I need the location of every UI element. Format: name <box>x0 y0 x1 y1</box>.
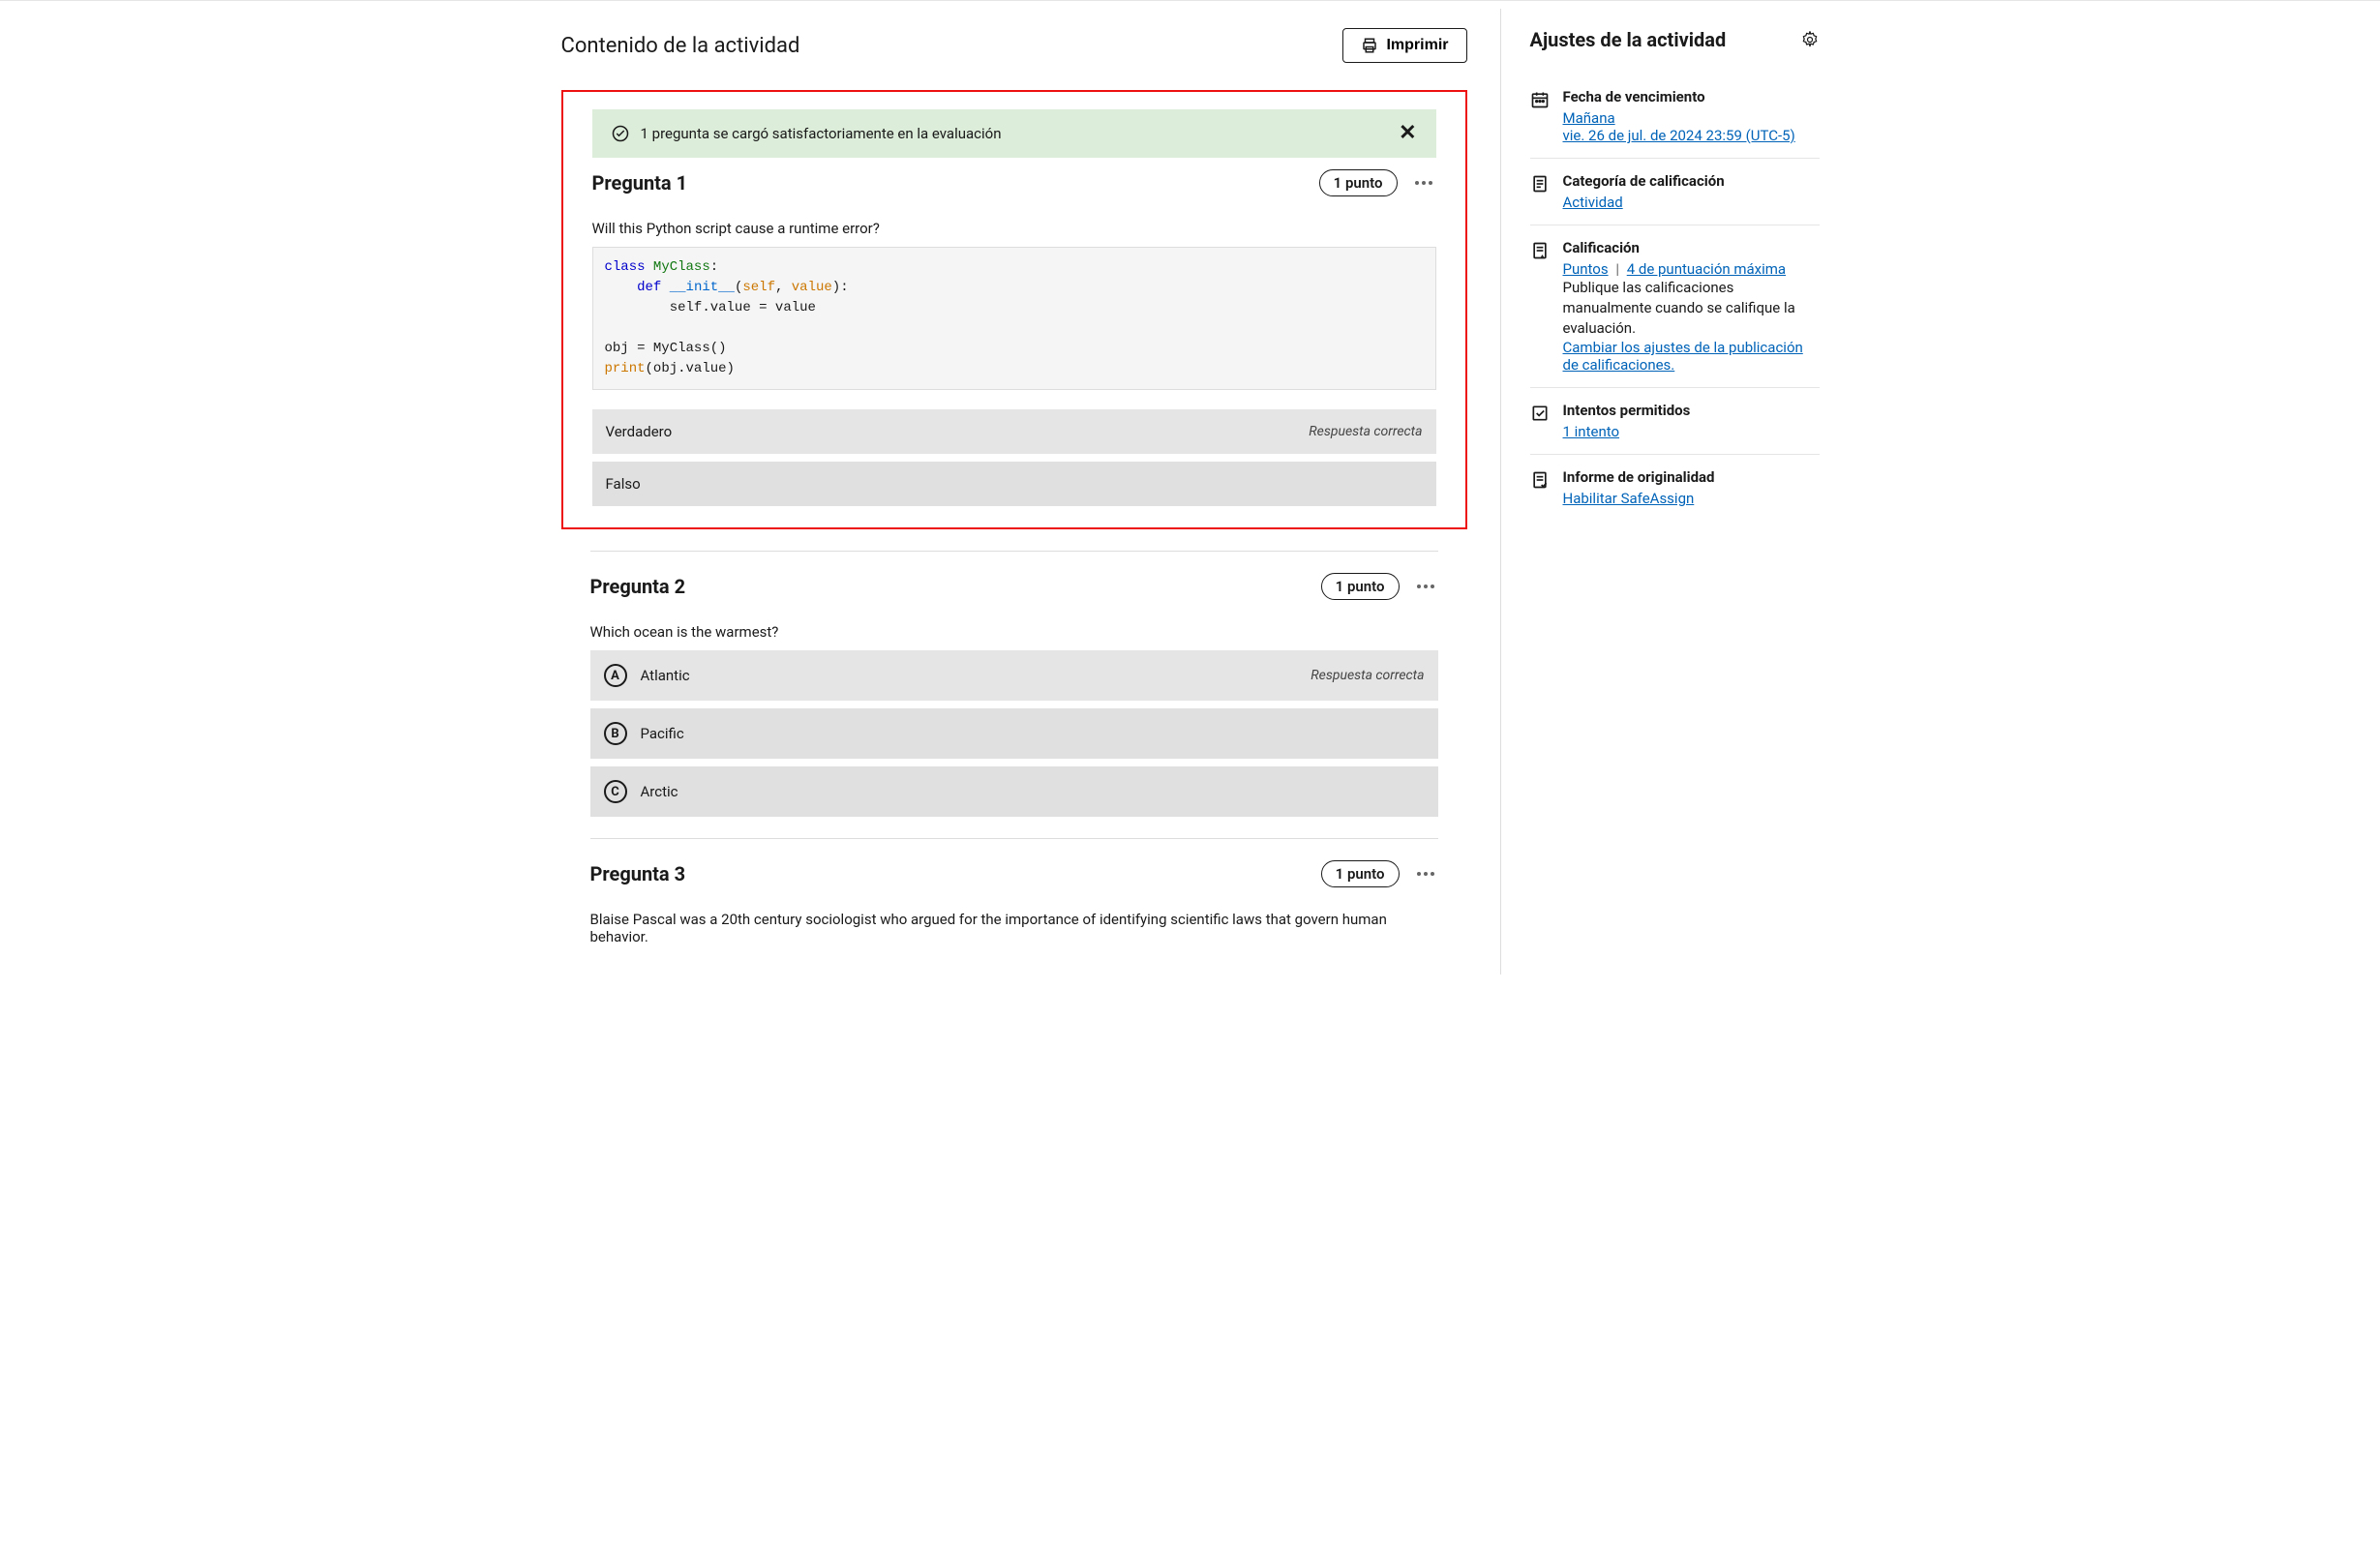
check-circle-icon <box>612 125 629 142</box>
separator: | <box>1615 260 1619 278</box>
code-block: class MyClass: def __init__(self, value)… <box>592 247 1436 390</box>
answer-label: Falso <box>606 475 641 493</box>
answer-option[interactable]: Falso <box>592 462 1436 506</box>
more-options-icon[interactable] <box>1413 581 1438 592</box>
answer-label: Arctic <box>641 783 678 800</box>
answer-label: Pacific <box>641 725 684 742</box>
answer-option[interactable]: Verdadero Respuesta correcta <box>592 409 1436 454</box>
question-prompt: Which ocean is the warmest? <box>590 623 1438 641</box>
points-link[interactable]: Puntos <box>1563 260 1609 278</box>
more-options-icon[interactable] <box>1413 868 1438 880</box>
due-date-detail-link[interactable]: vie. 26 de jul. de 2024 23:59 (UTC-5) <box>1563 127 1795 144</box>
max-score-link[interactable]: 4 de puntuación máxima <box>1627 260 1786 278</box>
more-options-icon[interactable] <box>1411 177 1436 189</box>
points-badge[interactable]: 1 punto <box>1321 860 1400 887</box>
question-title: Pregunta 2 <box>590 575 686 598</box>
answer-option[interactable]: A Atlantic Respuesta correcta <box>590 650 1438 701</box>
due-date-link[interactable]: Mañana <box>1563 109 1615 127</box>
grading-label: Calificación <box>1563 239 1820 256</box>
print-button[interactable]: Imprimir <box>1342 28 1466 63</box>
points-badge[interactable]: 1 punto <box>1321 573 1400 600</box>
question-title: Pregunta 1 <box>592 171 688 195</box>
banner-text: 1 pregunta se cargó satisfactoriamente e… <box>641 125 1002 142</box>
correct-indicator: Respuesta correcta <box>1309 424 1422 439</box>
answer-option[interactable]: B Pacific <box>590 708 1438 759</box>
success-banner: 1 pregunta se cargó satisfactoriamente e… <box>592 109 1436 158</box>
report-icon <box>1530 470 1550 490</box>
safeassign-link[interactable]: Habilitar SafeAssign <box>1563 490 1695 507</box>
question-prompt: Blaise Pascal was a 20th century sociolo… <box>590 911 1438 945</box>
attempts-link[interactable]: 1 intento <box>1563 423 1620 440</box>
question-title: Pregunta 3 <box>590 862 686 885</box>
close-icon[interactable]: ✕ <box>1399 123 1416 144</box>
grade-icon <box>1530 241 1550 260</box>
print-label: Imprimir <box>1386 37 1448 54</box>
document-icon <box>1530 174 1550 194</box>
originality-label: Informe de originalidad <box>1563 468 1820 486</box>
category-link[interactable]: Actividad <box>1563 194 1623 211</box>
answer-label: Atlantic <box>641 667 690 684</box>
checkbox-icon <box>1530 404 1550 423</box>
points-badge[interactable]: 1 punto <box>1319 169 1398 196</box>
attempts-label: Intentos permitidos <box>1563 402 1820 419</box>
calendar-icon <box>1530 90 1550 109</box>
answer-option[interactable]: C Arctic <box>590 766 1438 817</box>
page-title: Contenido de la actividad <box>561 34 800 58</box>
grading-text: Publique las calificaciones manualmente … <box>1563 278 1820 339</box>
option-letter: A <box>604 664 627 687</box>
question-prompt: Will this Python script cause a runtime … <box>592 220 1436 237</box>
answer-label: Verdadero <box>606 423 673 440</box>
option-letter: C <box>604 780 627 803</box>
grading-settings-link[interactable]: Cambiar los ajustes de la publicación de… <box>1563 339 1803 374</box>
correct-indicator: Respuesta correcta <box>1311 668 1424 683</box>
sidebar-title: Ajustes de la actividad <box>1530 28 1727 51</box>
category-label: Categoría de calificación <box>1563 172 1820 190</box>
print-icon <box>1361 37 1378 54</box>
due-date-label: Fecha de vencimiento <box>1563 88 1820 105</box>
option-letter: B <box>604 722 627 745</box>
gear-icon[interactable] <box>1800 30 1820 49</box>
